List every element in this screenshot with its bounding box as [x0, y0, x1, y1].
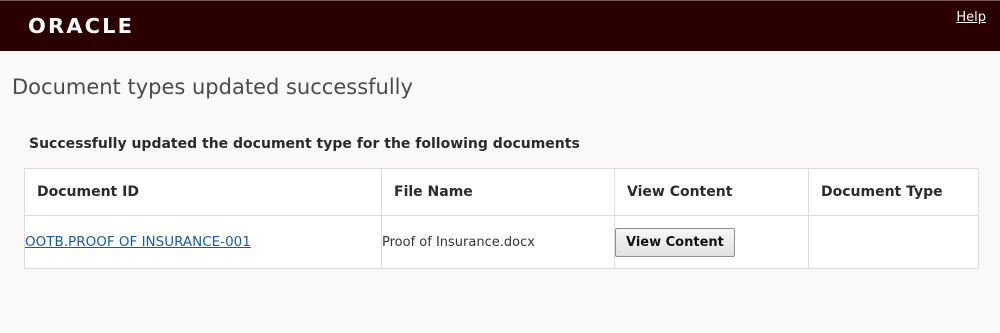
column-header-document-type: Document Type — [808, 168, 979, 216]
results-subtitle: Successfully updated the document type f… — [29, 136, 580, 152]
view-content-button[interactable]: View Content — [615, 227, 735, 257]
document-id-link[interactable]: OOTB.PROOF OF INSURANCE-001 — [25, 234, 251, 250]
oracle-logo: ORACLE — [28, 14, 135, 38]
column-header-document-id: Document ID — [24, 168, 382, 216]
file-name-cell: Proof of Insurance.docx — [381, 215, 615, 269]
page-title: Document types updated successfully — [12, 75, 413, 99]
document-type-cell — [808, 215, 979, 269]
help-link[interactable]: Help — [956, 10, 986, 25]
top-banner: ORACLE Help — [0, 0, 1000, 51]
documents-table: Document ID File Name View Content Docum… — [24, 168, 979, 269]
view-content-cell: View Content — [614, 215, 809, 269]
column-header-file-name: File Name — [381, 168, 615, 216]
table-header-row: Document ID File Name View Content Docum… — [24, 168, 979, 216]
column-header-view-content: View Content — [614, 168, 809, 216]
document-id-cell: OOTB.PROOF OF INSURANCE-001 — [24, 215, 382, 269]
table-row: OOTB.PROOF OF INSURANCE-001 Proof of Ins… — [24, 215, 979, 269]
